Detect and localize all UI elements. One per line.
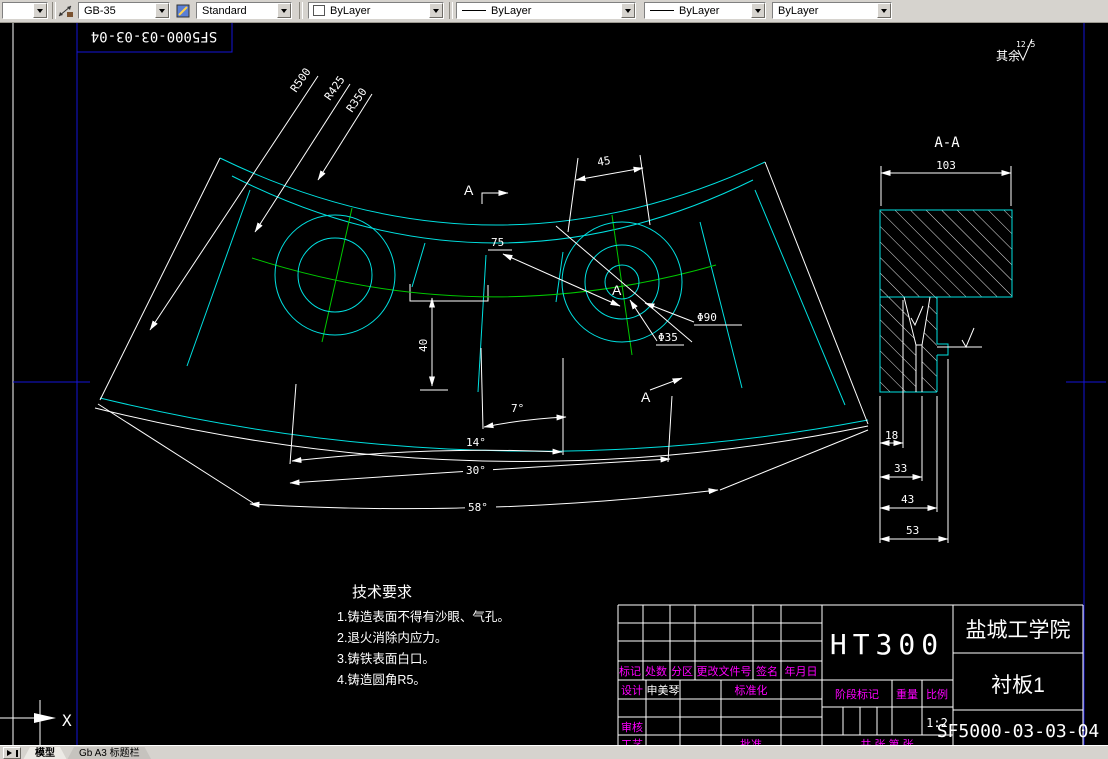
dim-7deg: 7° bbox=[511, 402, 524, 415]
toolbar-separator bbox=[449, 2, 453, 19]
layout-tab-bar: 模型 Gb A3 标题栏 bbox=[0, 745, 1108, 759]
dim-75: 75 bbox=[491, 236, 504, 249]
plot-style-combo[interactable]: ByLayer bbox=[772, 2, 892, 19]
layer-combo[interactable] bbox=[2, 2, 48, 19]
text-style-value: Standard bbox=[202, 4, 247, 17]
color-combo-arrow[interactable] bbox=[429, 3, 443, 18]
svg-text:HT300: HT300 bbox=[830, 628, 944, 661]
tab-layout[interactable]: Gb A3 标题栏 bbox=[67, 747, 152, 759]
svg-text:申美琴: 申美琴 bbox=[647, 684, 680, 697]
svg-text:SF5000-03-03-04: SF5000-03-03-04 bbox=[937, 721, 1100, 742]
svg-text:年月日: 年月日 bbox=[785, 664, 818, 678]
tab-nav-icon bbox=[6, 750, 15, 756]
svg-text:1.铸造表面不得有沙眼、气孔。: 1.铸造表面不得有沙眼、气孔。 bbox=[337, 609, 510, 624]
svg-text:18: 18 bbox=[885, 429, 898, 442]
svg-text:4.铸造圆角R5。: 4.铸造圆角R5。 bbox=[337, 672, 426, 687]
color-value: ByLayer bbox=[330, 4, 371, 17]
svg-text:工艺: 工艺 bbox=[621, 738, 643, 745]
chevron-down-icon bbox=[37, 9, 43, 16]
color-swatch-icon bbox=[313, 5, 325, 16]
svg-text:103: 103 bbox=[936, 159, 956, 172]
lineweight-combo-arrow[interactable] bbox=[751, 3, 765, 18]
svg-text:A: A bbox=[612, 282, 622, 298]
inverted-title-text: SF5000-03-03-04 bbox=[91, 28, 217, 44]
tab-nav-button[interactable] bbox=[3, 747, 21, 759]
dim-style-combo[interactable]: GB-35 bbox=[78, 2, 170, 19]
layer-combo-arrow[interactable] bbox=[33, 3, 47, 18]
svg-text:33: 33 bbox=[894, 462, 907, 475]
dim-style-combo-arrow[interactable] bbox=[155, 3, 169, 18]
dim-45: 45 bbox=[596, 154, 611, 169]
plot-style-combo-arrow[interactable] bbox=[877, 3, 891, 18]
dim-dia35: Φ35 bbox=[658, 331, 678, 344]
svg-text:更改文件号: 更改文件号 bbox=[697, 664, 752, 678]
svg-text:重量: 重量 bbox=[896, 687, 918, 701]
text-style-combo-arrow[interactable] bbox=[277, 3, 291, 18]
lineweight-line-icon bbox=[650, 10, 674, 11]
svg-text:标准化: 标准化 bbox=[735, 683, 768, 697]
svg-text:12.5: 12.5 bbox=[1016, 40, 1035, 49]
linetype-value: ByLayer bbox=[491, 4, 532, 17]
tab-nav-icon bbox=[15, 749, 18, 757]
svg-text:技术要求: 技术要求 bbox=[352, 584, 412, 601]
cad-window: SF5000-03-03-04 其余 12.5 A A A R500 R425 … bbox=[0, 0, 1108, 759]
chevron-down-icon bbox=[433, 9, 439, 16]
dim-style-icon[interactable] bbox=[56, 2, 75, 19]
linetype-line-icon bbox=[462, 10, 486, 11]
tab-model[interactable]: 模型 bbox=[23, 747, 67, 759]
svg-text:比例: 比例 bbox=[926, 687, 948, 701]
dim-58deg: 58° bbox=[468, 501, 488, 514]
svg-text:处数: 处数 bbox=[645, 665, 667, 678]
chevron-down-icon bbox=[755, 9, 761, 16]
svg-text:A: A bbox=[464, 182, 474, 198]
linetype-combo[interactable]: ByLayer bbox=[456, 2, 636, 19]
svg-text:阶段标记: 阶段标记 bbox=[835, 687, 879, 701]
svg-text:A-A: A-A bbox=[934, 135, 960, 151]
svg-text:2.退火消除内应力。: 2.退火消除内应力。 bbox=[337, 630, 447, 645]
toolbar-separator bbox=[299, 2, 303, 19]
svg-text:设计: 设计 bbox=[621, 684, 643, 697]
lineweight-value: ByLayer bbox=[679, 4, 720, 17]
svg-text:3.铸铁表面白口。: 3.铸铁表面白口。 bbox=[337, 651, 435, 666]
drawing-canvas[interactable]: SF5000-03-03-04 其余 12.5 A A A R500 R425 … bbox=[0, 0, 1108, 745]
chevron-down-icon bbox=[159, 9, 165, 16]
chevron-down-icon bbox=[881, 9, 887, 16]
linetype-combo-arrow[interactable] bbox=[621, 3, 635, 18]
text-style-icon[interactable] bbox=[174, 2, 193, 19]
object-properties-toolbar: GB-35 Standard ByLayer ByLayer ByLayer B… bbox=[0, 0, 1108, 23]
dim-14deg: 14° bbox=[466, 436, 486, 449]
svg-text:标记: 标记 bbox=[619, 664, 641, 678]
dim-30deg: 30° bbox=[466, 464, 486, 477]
svg-text:衬板1: 衬板1 bbox=[991, 674, 1045, 697]
svg-text:分区: 分区 bbox=[671, 665, 693, 678]
svg-text:X: X bbox=[62, 711, 72, 730]
chevron-down-icon bbox=[625, 9, 631, 16]
text-style-combo[interactable]: Standard bbox=[196, 2, 292, 19]
plot-style-value: ByLayer bbox=[778, 4, 819, 17]
svg-text:盐城工学院: 盐城工学院 bbox=[966, 619, 1071, 642]
svg-text:批准: 批准 bbox=[740, 737, 762, 745]
svg-text:43: 43 bbox=[901, 493, 914, 506]
svg-text:其余: 其余 bbox=[996, 48, 1020, 63]
svg-text:共 张 第 张: 共 张 第 张 bbox=[860, 737, 913, 745]
svg-text:A: A bbox=[641, 389, 651, 405]
svg-text:审核: 审核 bbox=[621, 720, 643, 734]
dim-dia90: Φ90 bbox=[697, 311, 717, 324]
chevron-down-icon bbox=[281, 9, 287, 16]
svg-text:签名: 签名 bbox=[756, 664, 778, 678]
svg-text:53: 53 bbox=[906, 524, 919, 537]
color-combo[interactable]: ByLayer bbox=[308, 2, 444, 19]
dim-40: 40 bbox=[417, 339, 430, 352]
lineweight-combo[interactable]: ByLayer bbox=[644, 2, 766, 19]
dim-style-value: GB-35 bbox=[84, 4, 116, 17]
